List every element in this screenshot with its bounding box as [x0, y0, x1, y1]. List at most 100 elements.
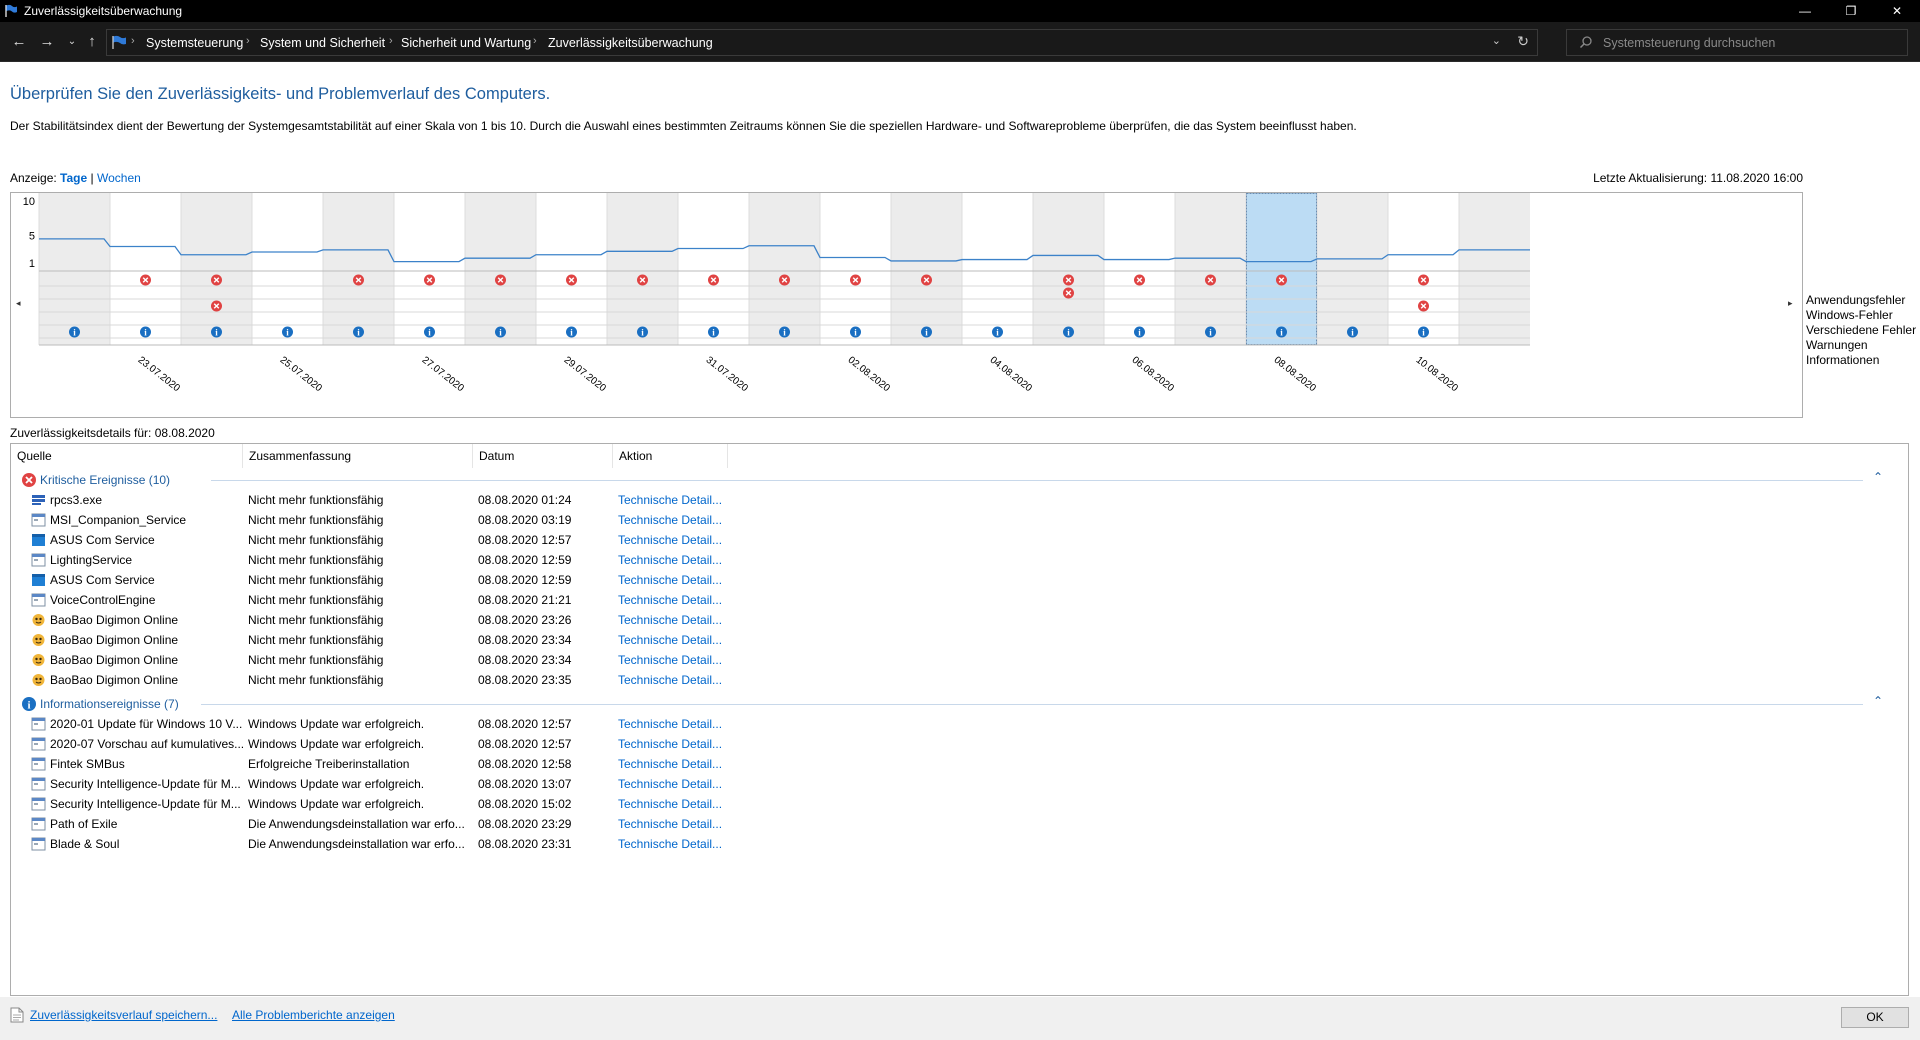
view-days-link[interactable]: Tage	[60, 171, 87, 185]
navigation-bar: ← → ⌄ ↑ › Systemsteuerung › System und S…	[0, 22, 1920, 62]
ok-button[interactable]: OK	[1841, 1007, 1909, 1028]
game-app-icon	[31, 633, 46, 647]
collapse-icon[interactable]: ⌃	[1873, 694, 1889, 710]
table-row[interactable]: VoiceControlEngine Nicht mehr funktionsfä…	[11, 590, 751, 610]
technical-details-link[interactable]: Technische Detail...	[618, 633, 722, 647]
day-column	[1175, 193, 1246, 345]
row-date: 08.08.2020 23:29	[478, 817, 572, 831]
search-input[interactable]	[1603, 33, 1893, 53]
refresh-icon[interactable]: ↻	[1517, 33, 1529, 50]
column-header-zusammenfassung[interactable]: Zusammenfassung	[243, 444, 473, 468]
table-row[interactable]: 2020-01 Update für Windows 10 V... Window…	[11, 714, 751, 734]
day-column	[749, 193, 820, 345]
save-history-link[interactable]: Zuverlässigkeitsverlauf speichern...	[30, 1008, 217, 1022]
table-row[interactable]: Security Intelligence-Update für M... Win…	[11, 794, 751, 814]
window-app-icon	[31, 593, 46, 607]
x-tick-label: 06.08.2020	[1130, 355, 1177, 395]
table-row[interactable]: BaoBao Digimon Online Nicht mehr funktion…	[11, 610, 751, 630]
error-icon	[22, 473, 36, 487]
row-source: ASUS Com Service	[50, 533, 155, 547]
window-app-icon	[31, 797, 46, 811]
view-weeks-link[interactable]: Wochen	[97, 171, 141, 185]
document-save-icon	[10, 1007, 24, 1023]
flag-icon	[112, 35, 126, 49]
x-tick-label: 31.07.2020	[704, 355, 751, 395]
table-row[interactable]: 2020-07 Vorschau auf kumulatives... Windo…	[11, 734, 751, 754]
technical-details-link[interactable]: Technische Detail...	[618, 533, 722, 547]
technical-details-link[interactable]: Technische Detail...	[618, 797, 722, 811]
forward-button[interactable]: →	[37, 32, 57, 52]
breadcrumb-systemsteuerung[interactable]: Systemsteuerung	[146, 36, 243, 50]
close-button[interactable]: ✕	[1874, 0, 1920, 22]
game-app-icon	[31, 653, 46, 667]
sort-ascending-icon: ^	[539, 443, 544, 448]
technical-details-link[interactable]: Technische Detail...	[618, 573, 722, 587]
day-column	[678, 193, 749, 345]
x-tick-label: 02.08.2020	[846, 355, 893, 395]
row-source: Fintek SMBus	[50, 757, 125, 771]
stability-chart[interactable]: 10 5 1 i i i i i i i i i i i i i i i i i i i i 23.07.2020 25.07.…	[10, 192, 1803, 418]
row-summary: Windows Update war erfolgreich.	[248, 797, 425, 811]
technical-details-link[interactable]: Technische Detail...	[618, 513, 722, 527]
window-app-icon	[31, 533, 46, 547]
table-row[interactable]: BaoBao Digimon Online Nicht mehr funktion…	[11, 630, 751, 650]
breadcrumb-zuverlaessigkeitsueberwachung[interactable]: Zuverlässigkeitsüberwachung	[548, 36, 713, 50]
technical-details-link[interactable]: Technische Detail...	[618, 777, 722, 791]
column-header-quelle[interactable]: Quelle	[11, 444, 243, 468]
row-summary: Windows Update war erfolgreich.	[248, 717, 425, 731]
up-button[interactable]: ↑	[82, 32, 102, 52]
technical-details-link[interactable]: Technische Detail...	[618, 613, 722, 627]
recent-dropdown-button[interactable]: ⌄	[62, 32, 82, 52]
table-row[interactable]: BaoBao Digimon Online Nicht mehr funktion…	[11, 650, 751, 670]
minimize-button[interactable]: —	[1782, 0, 1828, 22]
technical-details-link[interactable]: Technische Detail...	[618, 837, 722, 851]
table-row[interactable]: Fintek SMBus Erfolgreiche Treiberinstalla…	[11, 754, 751, 774]
breadcrumb-sicherheit-und-wartung[interactable]: Sicherheit und Wartung	[401, 36, 531, 50]
table-row[interactable]: LightingService Nicht mehr funktionsfähig…	[11, 550, 751, 570]
group-information-events[interactable]: i Informationsereignisse (7) ⌃	[11, 694, 1891, 714]
technical-details-link[interactable]: Technische Detail...	[618, 553, 722, 567]
breadcrumb-system-und-sicherheit[interactable]: System und Sicherheit	[260, 36, 385, 50]
table-row[interactable]: MSI_Companion_Service Nicht mehr funktion…	[11, 510, 751, 530]
table-row[interactable]: Blade & Soul Die Anwendungsdeinstallation…	[11, 834, 751, 854]
y-tick-label: 5	[29, 230, 35, 242]
technical-details-link[interactable]: Technische Detail...	[618, 817, 722, 831]
view-toggle: Anzeige: Tage | Wochen	[10, 171, 141, 185]
legend-informationen: Informationen	[1806, 353, 1880, 367]
y-tick-label: 10	[23, 196, 35, 208]
scroll-left-icon[interactable]: ◂	[16, 298, 21, 309]
search-icon	[1579, 36, 1592, 49]
technical-details-link[interactable]: Technische Detail...	[618, 717, 722, 731]
y-tick-label: 1	[29, 258, 35, 270]
table-row[interactable]: BaoBao Digimon Online Nicht mehr funktion…	[11, 670, 751, 690]
collapse-icon[interactable]: ⌃	[1873, 470, 1889, 486]
table-row[interactable]: ASUS Com Service Nicht mehr funktionsfähi…	[11, 530, 751, 550]
row-date: 08.08.2020 12:57	[478, 717, 572, 731]
show-all-reports-link[interactable]: Alle Problemberichte anzeigen	[232, 1008, 395, 1022]
table-row[interactable]: Path of Exile Die Anwendungsdeinstallatio…	[11, 814, 751, 834]
search-box[interactable]	[1566, 29, 1908, 56]
technical-details-link[interactable]: Technische Detail...	[618, 737, 722, 751]
back-button[interactable]: ←	[9, 32, 29, 52]
day-column	[181, 193, 252, 345]
technical-details-link[interactable]: Technische Detail...	[618, 593, 722, 607]
address-dropdown-icon[interactable]: ⌄	[1492, 34, 1501, 47]
row-source: Security Intelligence-Update für M...	[50, 797, 241, 811]
technical-details-link[interactable]: Technische Detail...	[618, 653, 722, 667]
technical-details-link[interactable]: Technische Detail...	[618, 673, 722, 687]
minimize-icon: —	[1799, 4, 1811, 18]
column-header-aktion[interactable]: Aktion	[613, 444, 728, 468]
window-app-icon	[31, 573, 46, 587]
technical-details-link[interactable]: Technische Detail...	[618, 493, 722, 507]
address-bar[interactable]: › Systemsteuerung › System und Sicherhei…	[106, 29, 1538, 56]
details-table: Quelle Zusammenfassung Datum ^ Aktion Kr…	[10, 443, 1909, 996]
maximize-button[interactable]: ❐	[1828, 0, 1874, 22]
x-tick-label: 08.08.2020	[1272, 355, 1319, 395]
table-row[interactable]: ASUS Com Service Nicht mehr funktionsfähi…	[11, 570, 751, 590]
row-source: Path of Exile	[50, 817, 118, 831]
group-critical-events[interactable]: Kritische Ereignisse (10) ⌃	[11, 470, 1891, 490]
table-row[interactable]: rpcs3.exe Nicht mehr funktionsfähig 08.08.…	[11, 490, 751, 510]
scroll-right-icon[interactable]: ▸	[1788, 298, 1793, 309]
technical-details-link[interactable]: Technische Detail...	[618, 757, 722, 771]
table-row[interactable]: Security Intelligence-Update für M... Win…	[11, 774, 751, 794]
